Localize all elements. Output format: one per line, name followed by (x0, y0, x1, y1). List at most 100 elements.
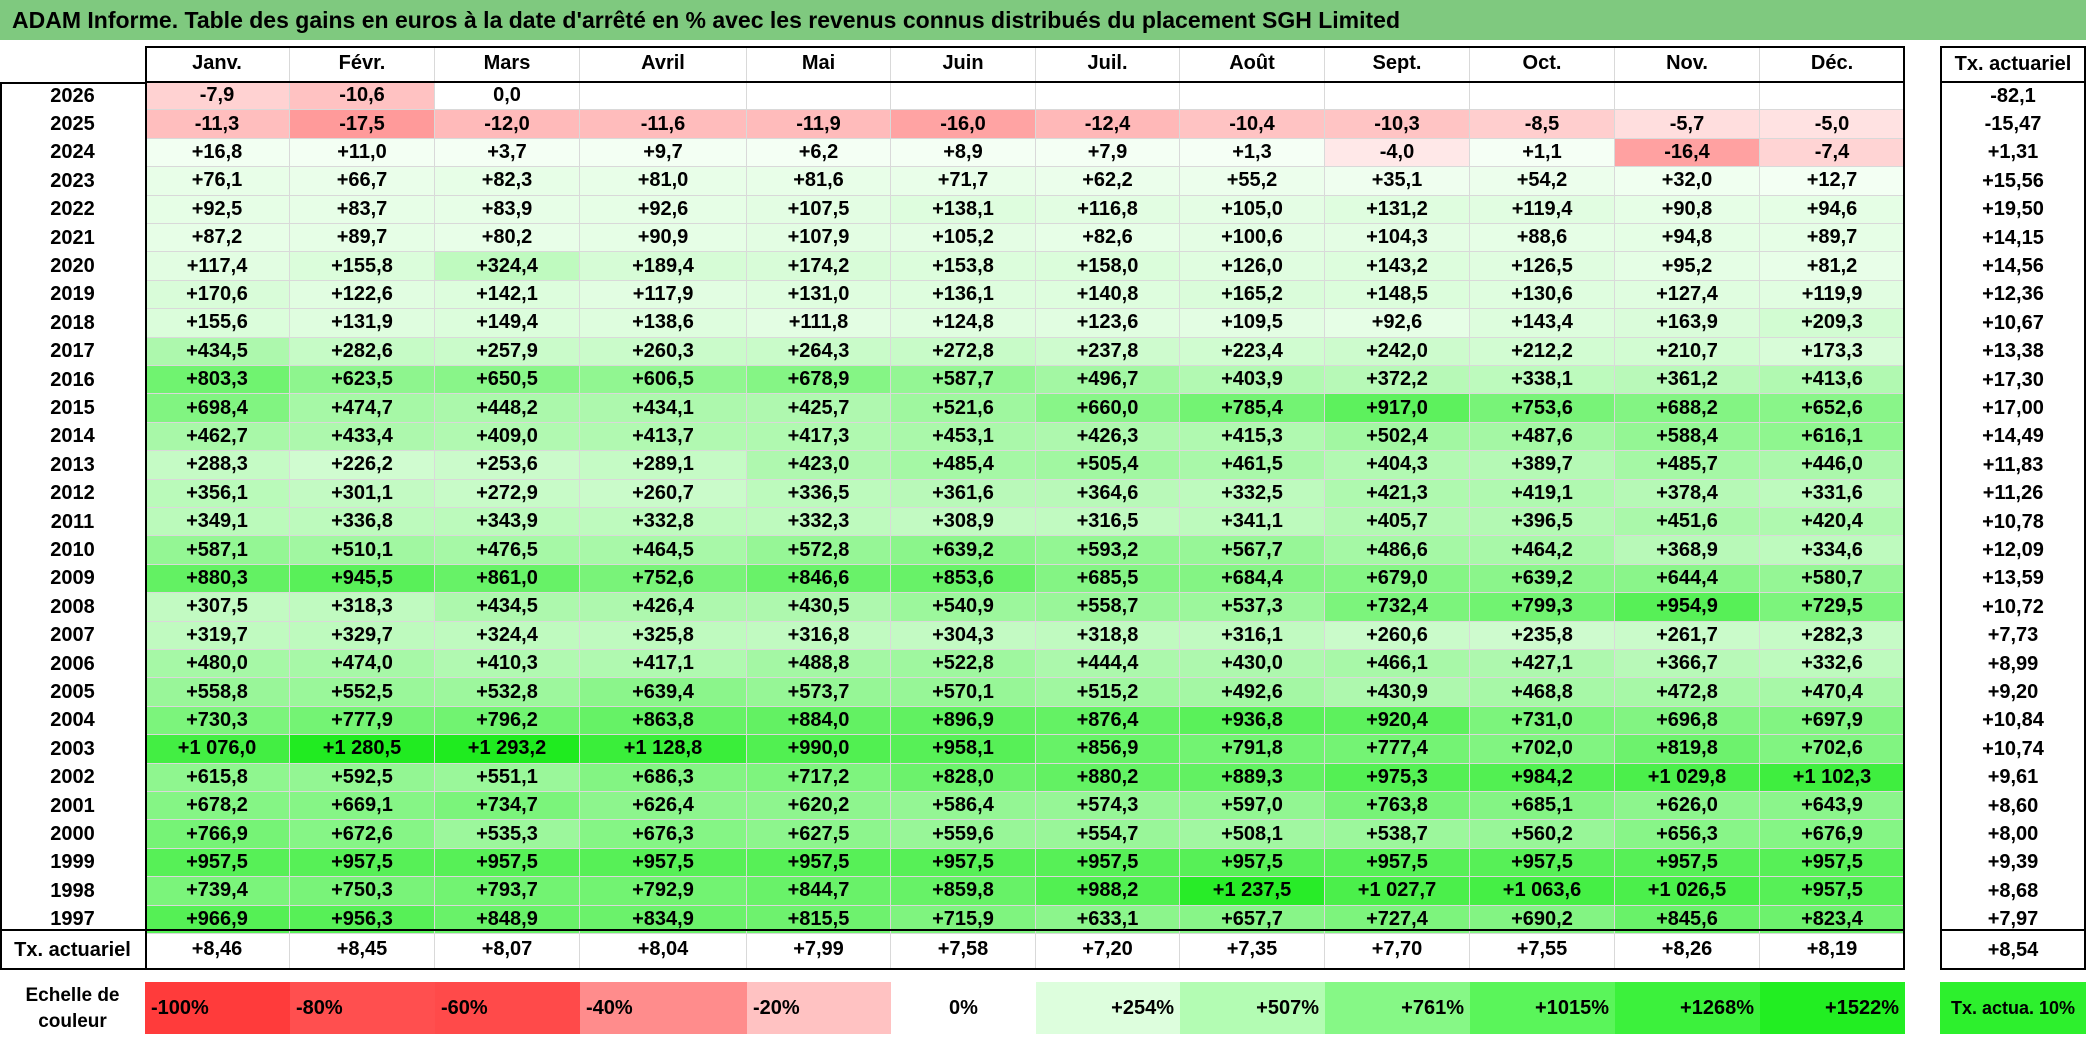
table-cell: -7,9 (145, 82, 290, 111)
page-title: ADAM Informe. Table des gains en euros à… (0, 0, 2086, 40)
table-cell: +487,6 (1470, 422, 1615, 452)
summary-cell: +7,35 (1180, 931, 1325, 969)
rate-cell: +17,30 (1982, 368, 2044, 391)
table-cell: +89,7 (290, 224, 435, 253)
table-cell: -5,0 (1760, 110, 1905, 139)
table-cell: +264,3 (747, 337, 891, 366)
table-cell: +715,9 (891, 905, 1036, 934)
table-cell: +366,7 (1615, 650, 1760, 679)
table-cell: +130,6 (1470, 280, 1615, 310)
rate-cell: +12,09 (1982, 539, 2044, 562)
table-cell: +1 027,7 (1325, 877, 1470, 906)
table-cell: +957,5 (747, 848, 891, 878)
table-cell: +508,1 (1180, 820, 1325, 849)
table-cell: +140,8 (1036, 280, 1180, 310)
table-cell: +656,3 (1615, 820, 1760, 849)
table-cell: +623,5 (290, 366, 435, 395)
rate-cell: +7,73 (1987, 624, 2039, 647)
rate-cell: +8,99 (1987, 652, 2039, 675)
table-cell: +341,1 (1180, 508, 1325, 537)
rate-cell: +8,60 (1987, 794, 2039, 817)
table-cell: +777,4 (1325, 735, 1470, 764)
table-cell: +261,7 (1615, 621, 1760, 650)
table-cell: +660,0 (1036, 394, 1180, 423)
table-cell: +71,7 (891, 167, 1036, 196)
table-cell: +378,4 (1615, 479, 1760, 508)
table-cell: +856,9 (1036, 735, 1180, 764)
column-header: Mai (747, 46, 891, 82)
column-header: Oct. (1470, 46, 1615, 82)
table-cell: +174,2 (747, 252, 891, 281)
table-cell: +107,5 (747, 195, 891, 224)
table-cell: +155,8 (290, 252, 435, 281)
table-cell: +954,9 (1615, 593, 1760, 622)
column-header: Sept. (1325, 46, 1470, 82)
summary-cell: +7,55 (1470, 931, 1615, 969)
table-cell: +815,5 (747, 905, 891, 934)
table-cell: +474,0 (290, 650, 435, 679)
column-header: Mars (435, 46, 580, 82)
table-cell (1036, 82, 1180, 111)
table-cell: +552,5 (290, 678, 435, 707)
table-cell: +819,8 (1615, 735, 1760, 764)
table-cell: +288,3 (145, 451, 290, 480)
table-cell: +415,3 (1180, 422, 1325, 452)
table-cell: +538,7 (1325, 820, 1470, 849)
table-cell: +461,5 (1180, 451, 1325, 480)
table-cell: +957,5 (1760, 848, 1905, 878)
table-cell: +260,7 (580, 479, 747, 508)
table-cell: +119,9 (1760, 280, 1905, 310)
table-cell: +107,9 (747, 224, 891, 253)
table-cell: +502,4 (1325, 422, 1470, 452)
table-cell: +409,0 (435, 422, 580, 452)
table-cell: +223,4 (1180, 337, 1325, 366)
rate-cell: +14,15 (1982, 226, 2044, 249)
table-cell: +117,9 (580, 280, 747, 310)
rate-cell: +11,26 (1982, 482, 2044, 505)
table-cell (1325, 82, 1470, 111)
table-cell: +331,6 (1760, 479, 1905, 508)
color-scale-stop: 0% (891, 982, 1036, 1034)
rate-cell: +13,38 (1982, 340, 2044, 363)
table-cell: +626,4 (580, 792, 747, 821)
table-cell: +567,7 (1180, 536, 1325, 565)
table-cell: +717,2 (747, 763, 891, 792)
table-cell: +143,2 (1325, 252, 1470, 281)
table-cell: -12,0 (435, 110, 580, 139)
table-cell: +105,2 (891, 224, 1036, 253)
table-cell: +62,2 (1036, 167, 1180, 196)
table-cell: +90,8 (1615, 195, 1760, 224)
year-label: 2015 (50, 397, 95, 420)
table-cell: +988,2 (1036, 877, 1180, 906)
table-cell: +92,5 (145, 195, 290, 224)
year-label: 2017 (50, 340, 95, 363)
table-cell (1470, 82, 1615, 111)
table-cell: +35,1 (1325, 167, 1470, 196)
table-cell: +586,4 (891, 792, 1036, 821)
table-cell: +559,6 (891, 820, 1036, 849)
table-cell: +336,8 (290, 508, 435, 537)
table-cell: +696,8 (1615, 706, 1760, 736)
table-cell: +81,2 (1760, 252, 1905, 281)
rate-cell: +9,39 (1987, 851, 2039, 874)
table-cell: +189,4 (580, 252, 747, 281)
table-cell: +945,5 (290, 564, 435, 594)
table-cell: +427,1 (1470, 650, 1615, 679)
table-cell: +633,1 (1036, 905, 1180, 934)
rate-cell: +7,97 (1987, 908, 2039, 931)
year-label: 2002 (50, 766, 95, 789)
year-label: 2007 (50, 624, 95, 647)
table-cell: +131,0 (747, 280, 891, 310)
rate-cell: +10,67 (1982, 311, 2044, 334)
table-cell: +304,3 (891, 621, 1036, 650)
table-cell: +880,3 (145, 564, 290, 594)
table-cell: +404,3 (1325, 451, 1470, 480)
rate-column-header: Tx. actuariel (1954, 52, 2072, 75)
table-cell: +301,1 (290, 479, 435, 508)
table-cell: +3,7 (435, 138, 580, 168)
table-cell: +361,6 (891, 479, 1036, 508)
table-cell: +652,6 (1760, 394, 1905, 423)
table-cell: -10,6 (290, 82, 435, 111)
rate-cell: +10,74 (1982, 737, 2044, 760)
table-cell: +823,4 (1760, 905, 1905, 934)
